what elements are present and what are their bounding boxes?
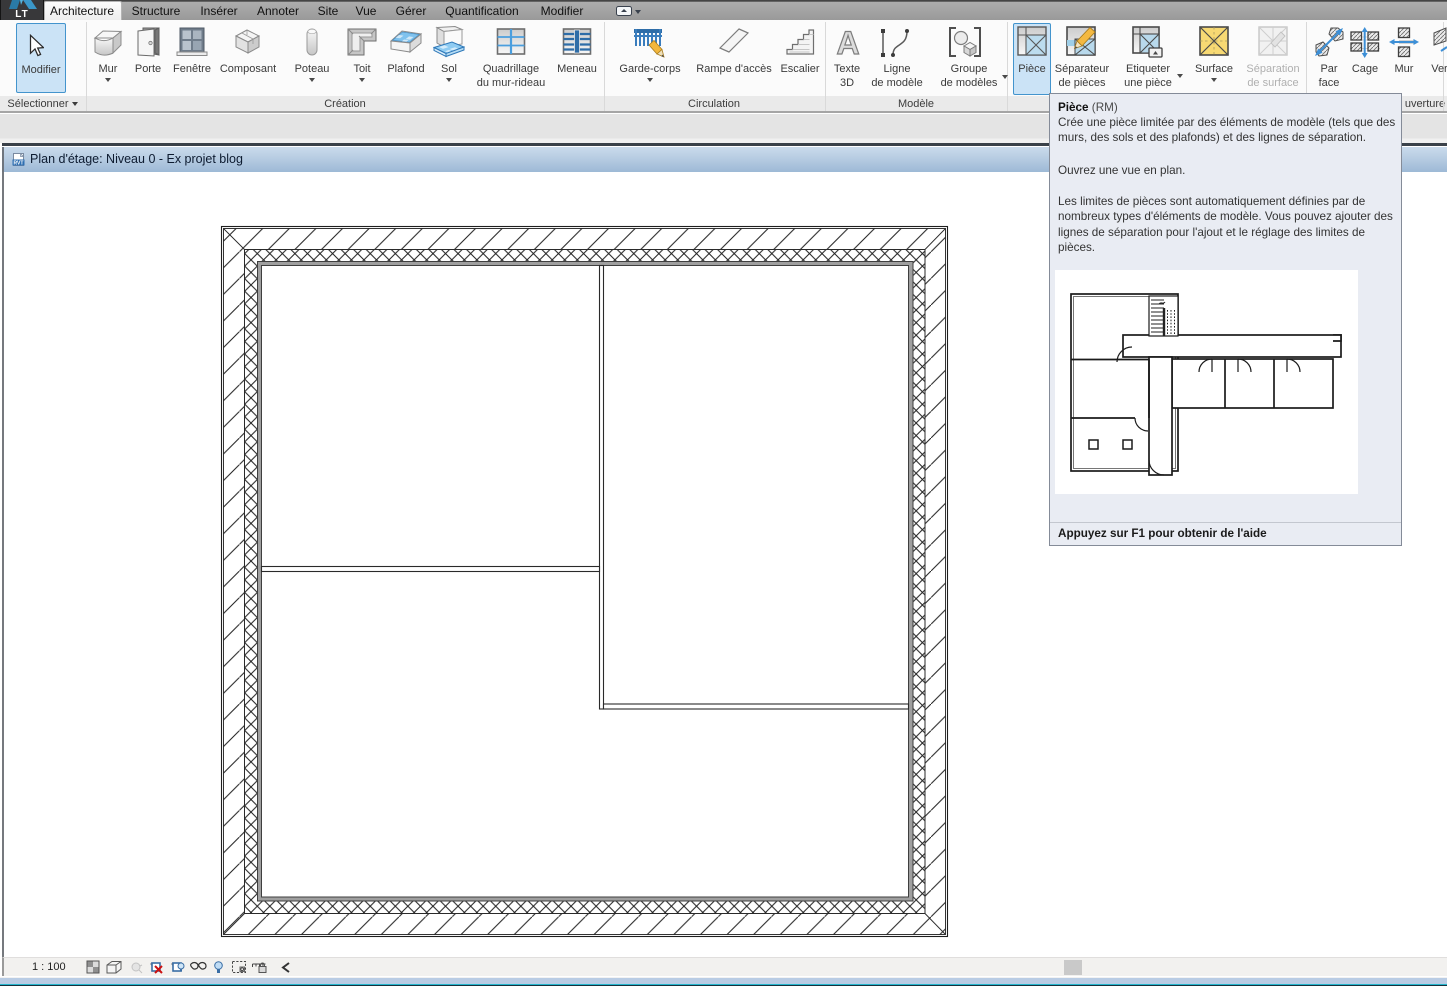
svg-text:RVT: RVT — [14, 160, 24, 166]
svg-text:A: A — [836, 26, 859, 60]
